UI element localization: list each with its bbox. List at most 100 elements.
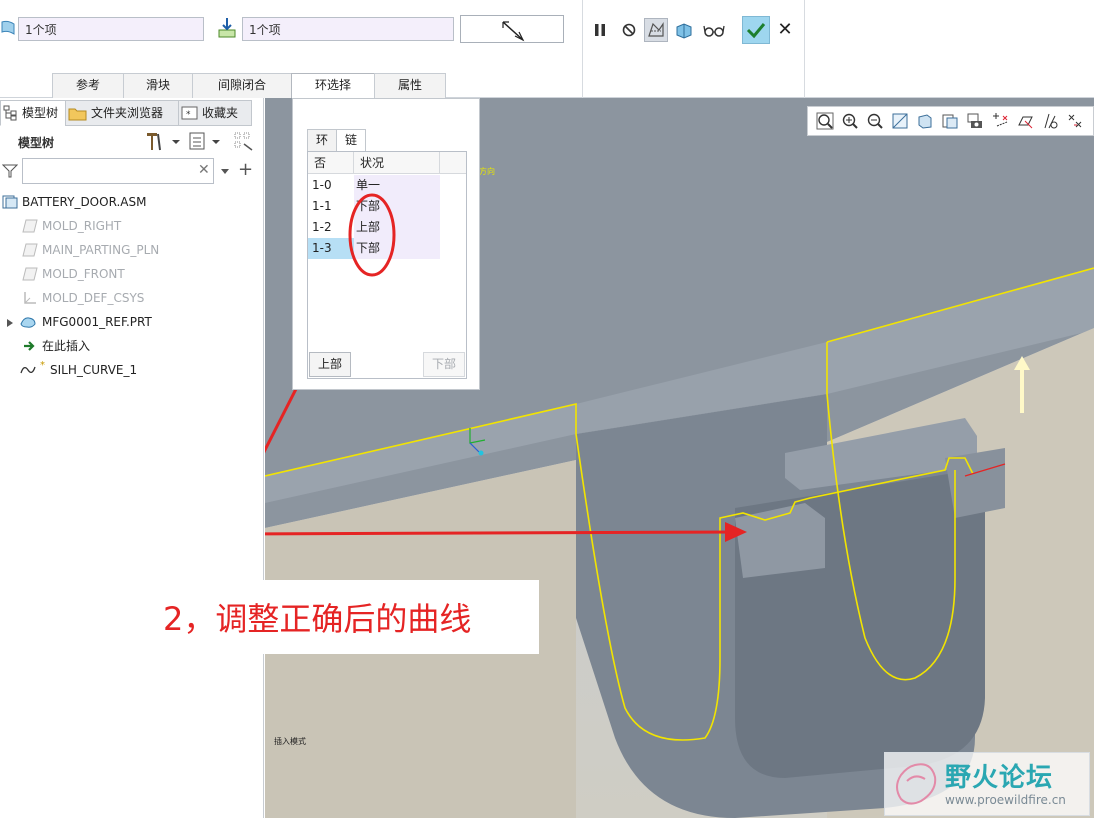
refit-button[interactable]	[814, 110, 836, 132]
no-preview-icon	[622, 23, 636, 37]
cancel-button[interactable]: ✕	[774, 18, 796, 42]
tree-item-label: MOLD_FRONT	[42, 267, 125, 281]
tree-item-csys[interactable]: MOLD_DEF_CSYS	[0, 287, 262, 309]
loop-chain-tabs: 环 链	[307, 129, 367, 151]
clear-search-icon[interactable]: ✕	[198, 162, 210, 178]
datum-display-icon	[993, 113, 1008, 127]
highlight-ellipse	[348, 193, 396, 277]
list-options-icon	[189, 132, 220, 150]
tree-item-assembly[interactable]: BATTERY_DOOR.ASM	[0, 191, 262, 213]
lower-button[interactable]: 下部	[423, 352, 465, 377]
datum-plane-icon	[22, 243, 38, 257]
tab-folder-browser[interactable]: 文件夹浏览器	[65, 100, 179, 126]
tree-item-datum-plane[interactable]: MAIN_PARTING_PLN	[0, 239, 262, 261]
saved-views-icon	[942, 114, 958, 129]
tree-toolbar: 模型树	[0, 128, 262, 154]
tree-item-label: 在此插入	[42, 339, 91, 353]
tree-search-row: ✕ +	[0, 158, 262, 184]
checkmark-icon	[746, 23, 766, 39]
tab-slider[interactable]: 滑块	[123, 73, 193, 98]
direction-label: 方向	[479, 167, 495, 176]
direction-collector-field[interactable]: 1个项	[242, 17, 454, 41]
forum-url: www.proewildfire.cn	[945, 793, 1066, 807]
datum-plane-icon	[22, 267, 38, 281]
tree-item-part[interactable]: MFG0001_REF.PRT	[0, 311, 262, 333]
zoom-in-button[interactable]	[839, 110, 861, 132]
tab-loop[interactable]: 环	[307, 129, 338, 151]
close-icon: ✕	[777, 19, 793, 40]
navigator-tabs: 模型树 文件夹浏览器 * 收藏夹	[0, 100, 262, 126]
glasses-icon	[703, 25, 725, 37]
part-icon	[20, 317, 36, 328]
filter-icon	[2, 164, 18, 178]
show-options-button[interactable]	[188, 130, 228, 152]
expand-arrow-icon[interactable]	[6, 318, 14, 328]
add-filter-icon[interactable]: +	[238, 159, 253, 180]
insert-mode-label: 插入模式	[274, 737, 306, 746]
pause-icon	[595, 24, 605, 36]
reference-collector-field[interactable]: 1个项	[18, 17, 204, 41]
geometry-preview-button[interactable]	[644, 18, 668, 42]
insert-here-arrow-icon	[24, 341, 35, 351]
coordinate-system-icon	[24, 292, 36, 304]
datum-display-button[interactable]	[989, 110, 1011, 132]
tab-properties[interactable]: 属性	[374, 73, 446, 98]
forum-watermark: 野火论坛 www.proewildfire.cn	[884, 752, 1090, 816]
display-style-button[interactable]	[914, 110, 936, 132]
tab-label: 文件夹浏览器	[91, 106, 164, 120]
tab-references[interactable]: 参考	[52, 73, 124, 98]
csys-display-button[interactable]	[1064, 110, 1086, 132]
tree-item-datum-plane[interactable]: MOLD_FRONT	[0, 263, 262, 285]
tree-item-curve[interactable]: * SILH_CURVE_1	[0, 359, 262, 381]
curve-icon	[20, 366, 36, 374]
tab-favorites[interactable]: * 收藏夹	[178, 100, 252, 126]
ok-button[interactable]	[742, 16, 770, 44]
tree-item-label: SILH_CURVE_1	[50, 363, 138, 377]
camera-icon	[967, 113, 982, 128]
forum-logo-icon	[896, 763, 937, 805]
spin-center-button[interactable]	[1039, 110, 1061, 132]
flip-direction-button[interactable]	[460, 15, 564, 43]
svg-text:*: *	[186, 110, 191, 120]
tree-search-input[interactable]	[22, 158, 214, 184]
zoom-out-button[interactable]	[864, 110, 886, 132]
tree-settings-button[interactable]	[144, 130, 184, 152]
repaint-button[interactable]	[889, 110, 911, 132]
tab-loop-selection[interactable]: 环选择	[291, 73, 375, 98]
zoom-out-icon	[867, 113, 883, 129]
ribbon-separator	[582, 0, 583, 98]
annotation-text: 2，调整正确后的曲线	[163, 600, 472, 638]
no-preview-button[interactable]	[617, 18, 641, 42]
tree-item-datum-plane[interactable]: MOLD_RIGHT	[0, 215, 262, 237]
tree-item-label: MOLD_RIGHT	[42, 219, 122, 233]
dashboard-tabs: 参考 滑块 间隙闭合 环选择 属性	[52, 73, 446, 98]
annotation-display-button[interactable]	[1014, 110, 1036, 132]
column-header-number: 否	[308, 152, 354, 174]
display-style-icon	[918, 114, 932, 129]
chevron-down-icon[interactable]	[220, 168, 230, 176]
pause-button[interactable]	[588, 18, 612, 42]
geometry-preview-icon	[648, 22, 664, 37]
tab-chain[interactable]: 链	[336, 129, 367, 151]
tab-gap-closure[interactable]: 间隙闭合	[192, 73, 292, 98]
regen-status-icon: *	[40, 360, 45, 371]
spin-center-icon	[1044, 113, 1058, 129]
folder-icon	[68, 108, 87, 121]
annotation-plane-icon	[1018, 116, 1033, 129]
tree-item-label: MFG0001_REF.PRT	[42, 315, 152, 329]
favorites-icon: *	[181, 106, 198, 120]
tree-filter-display-button[interactable]	[232, 130, 256, 152]
saved-orientations-button[interactable]	[939, 110, 961, 132]
tree-item-insert-here[interactable]: 在此插入	[0, 335, 262, 357]
feature-preview-icon	[676, 23, 692, 39]
view-manager-button[interactable]	[964, 110, 986, 132]
upper-button[interactable]: 上部	[309, 352, 351, 377]
zoom-in-icon	[842, 113, 858, 129]
tab-model-tree[interactable]: 模型树	[0, 100, 66, 126]
ribbon-separator	[804, 0, 805, 98]
forum-name: 野火论坛	[945, 763, 1054, 793]
tab-label: 收藏夹	[202, 106, 239, 120]
feature-preview-button[interactable]	[672, 18, 696, 42]
verify-button[interactable]	[702, 18, 726, 42]
zoom-fit-icon	[816, 112, 834, 130]
